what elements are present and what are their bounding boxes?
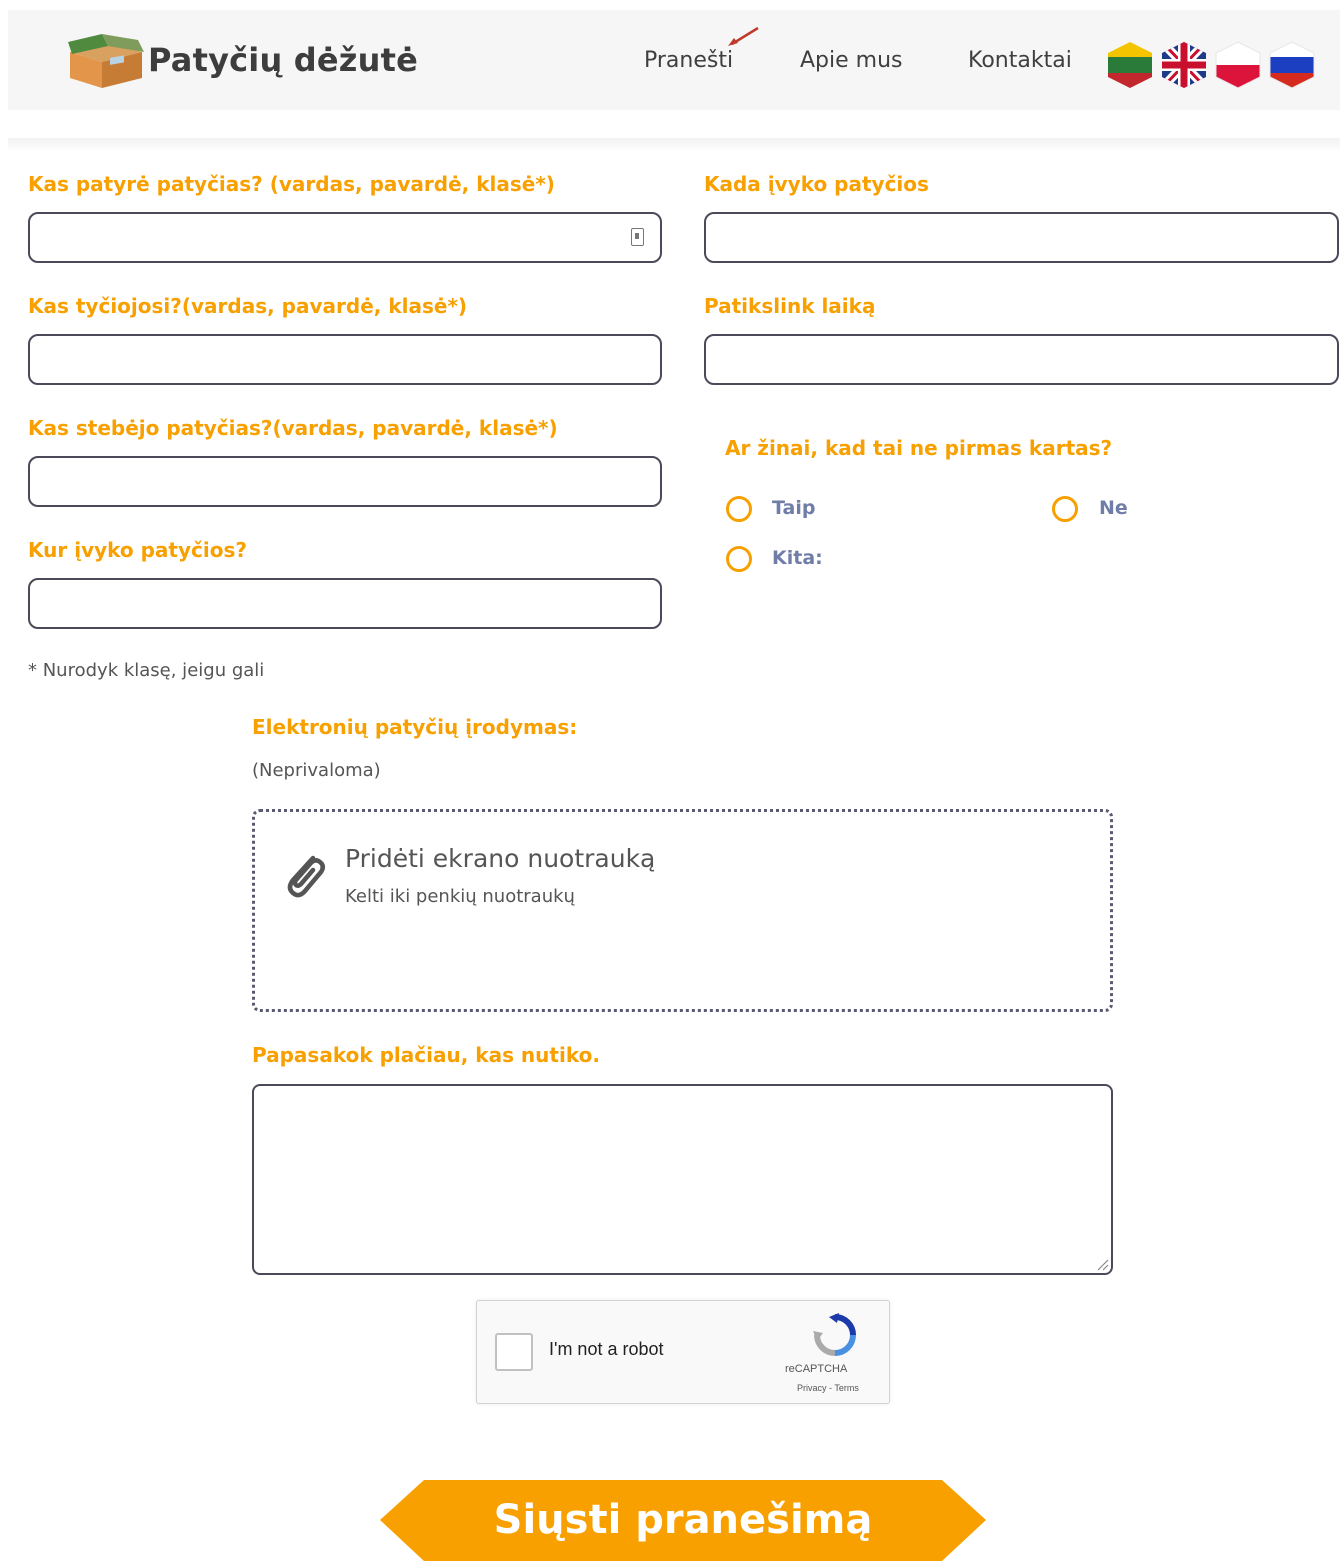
place-input[interactable] bbox=[28, 578, 662, 629]
radio-yes[interactable] bbox=[726, 496, 752, 522]
details-label: Papasakok plačiau, kas nutiko. bbox=[252, 1043, 600, 1067]
bully-input[interactable] bbox=[28, 334, 662, 385]
class-note: * Nurodyk klasę, jeigu gali bbox=[28, 660, 265, 681]
recaptcha-text: I'm not a robot bbox=[549, 1339, 664, 1359]
victim-input[interactable] bbox=[28, 212, 662, 263]
nav-about-link[interactable]: Apie mus bbox=[800, 48, 903, 73]
submit-button[interactable]: Siųsti pranešimą bbox=[380, 1480, 986, 1561]
radio-yes-label[interactable]: Taip bbox=[772, 497, 815, 519]
russian-flag-icon[interactable] bbox=[1268, 40, 1316, 90]
autofill-icon[interactable] bbox=[631, 228, 644, 246]
evidence-optional: (Neprivaloma) bbox=[252, 760, 381, 781]
lithuanian-flag-icon[interactable] bbox=[1106, 40, 1154, 90]
radio-other-label[interactable]: Kita: bbox=[772, 547, 823, 569]
box-logo-icon bbox=[68, 34, 144, 88]
radio-other[interactable] bbox=[726, 546, 752, 572]
witness-input[interactable] bbox=[28, 456, 662, 507]
recaptcha-checkbox[interactable] bbox=[495, 1333, 533, 1371]
witness-label: Kas stebėjo patyčias?(vardas, pavardė, k… bbox=[28, 416, 558, 440]
when-input[interactable] bbox=[704, 212, 1339, 263]
recaptcha-brand: reCAPTCHA bbox=[785, 1363, 848, 1375]
evidence-label: Elektronių patyčių įrodymas: bbox=[252, 715, 578, 739]
screenshot-upload-dropzone[interactable]: Pridėti ekrano nuotrauką Kelti iki penki… bbox=[252, 809, 1113, 1012]
victim-label: Kas patyrė patyčias? (vardas, pavardė, k… bbox=[28, 172, 555, 196]
bully-label: Kas tyčiojosi?(vardas, pavardė, klasė*) bbox=[28, 294, 468, 318]
details-textarea[interactable] bbox=[252, 1084, 1113, 1275]
site-title: Patyčių dėžutė bbox=[148, 41, 419, 79]
time-label: Patikslink laiką bbox=[704, 294, 876, 318]
recaptcha-links[interactable]: Privacy - Terms bbox=[797, 1383, 859, 1393]
resize-handle-icon[interactable] bbox=[1095, 1257, 1109, 1271]
polish-flag-icon[interactable] bbox=[1214, 40, 1262, 90]
radio-no-label[interactable]: Ne bbox=[1099, 497, 1128, 519]
uk-flag-icon[interactable] bbox=[1160, 40, 1208, 90]
recaptcha-widget: I'm not a robot reCAPTCHA Privacy - Term… bbox=[476, 1300, 890, 1404]
arrow-icon bbox=[728, 26, 759, 46]
recaptcha-logo-icon bbox=[813, 1313, 856, 1356]
place-label: Kur įvyko patyčios? bbox=[28, 538, 247, 562]
nav-contacts-link[interactable]: Kontaktai bbox=[968, 48, 1072, 73]
repeat-question: Ar žinai, kad tai ne pirmas kartas? bbox=[725, 436, 1113, 460]
paperclip-icon bbox=[287, 855, 325, 898]
upload-title: Pridėti ekrano nuotrauką bbox=[345, 844, 656, 873]
upload-subtitle: Kelti iki penkių nuotraukų bbox=[345, 886, 575, 907]
time-input[interactable] bbox=[704, 334, 1339, 385]
header-divider bbox=[8, 138, 1340, 152]
submit-button-label: Siųsti pranešimą bbox=[493, 1497, 873, 1543]
site-logo[interactable]: Patyčių dėžutė bbox=[64, 30, 418, 90]
radio-no[interactable] bbox=[1052, 496, 1078, 522]
nav-report-link[interactable]: Pranešti bbox=[644, 48, 733, 73]
site-header: Patyčių dėžutė Pranešti Apie mus Kontakt… bbox=[8, 10, 1340, 110]
when-label: Kada įvyko patyčios bbox=[704, 172, 929, 196]
